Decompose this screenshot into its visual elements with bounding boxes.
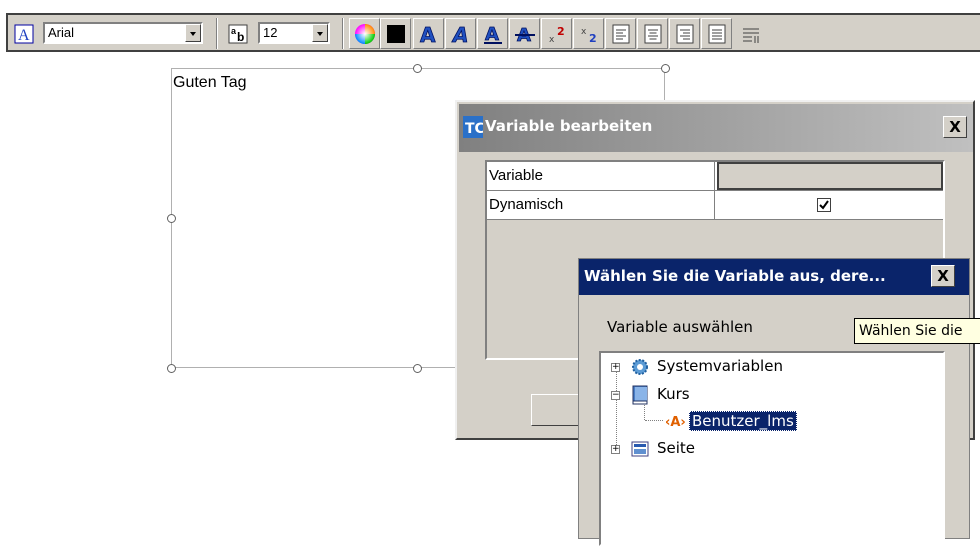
- background-color-button[interactable]: [380, 18, 411, 49]
- italic-button[interactable]: A: [445, 18, 476, 49]
- close-button[interactable]: X: [931, 265, 955, 287]
- align-left-button[interactable]: [605, 18, 636, 49]
- svg-text:b: b: [237, 30, 244, 44]
- property-label: Dynamisch: [487, 191, 715, 219]
- svg-text:A: A: [451, 23, 468, 45]
- svg-text:‹A›: ‹A›: [665, 415, 686, 430]
- svg-text:x: x: [549, 35, 555, 45]
- strikethrough-icon: A: [514, 24, 535, 45]
- tree-item-label: Kurs: [657, 385, 690, 403]
- font-size-style-icon[interactable]: ab: [224, 18, 252, 49]
- align-center-icon: [644, 24, 661, 43]
- font-size-select[interactable]: 12: [258, 22, 330, 44]
- resize-handle[interactable]: [413, 64, 422, 73]
- svg-text:A: A: [485, 24, 499, 45]
- color-swatch-icon: [386, 24, 405, 43]
- align-left-icon: [612, 24, 629, 43]
- close-button[interactable]: X: [943, 116, 967, 138]
- font-name-select[interactable]: Arial: [43, 22, 203, 44]
- svg-text:TC: TC: [465, 121, 483, 137]
- svg-text:x: x: [581, 27, 587, 37]
- svg-text:A: A: [420, 23, 436, 45]
- font-name-value: Arial: [48, 25, 75, 40]
- svg-text:2: 2: [557, 25, 565, 38]
- superscript-icon: x2: [549, 25, 565, 45]
- variable-tree[interactable]: + Systemvariablen − Kurs ‹A› Benutzer_lm…: [599, 351, 945, 546]
- dialog-title: Wählen Sie die Variable aus, dere...: [584, 267, 886, 285]
- toolbar-strip: A Arial ab 12 A A A A x2 x2: [6, 13, 980, 52]
- select-variable-dialog: Wählen Sie die Variable aus, dere... X V…: [578, 258, 970, 546]
- tree-item-label: Systemvariablen: [657, 357, 783, 375]
- resize-handle[interactable]: [661, 64, 670, 73]
- gear-icon: [632, 359, 648, 375]
- text-color-button[interactable]: [349, 18, 380, 49]
- book-icon: [632, 385, 648, 405]
- underline-button[interactable]: A: [477, 18, 508, 49]
- toolbar-separator: [342, 18, 344, 49]
- toolbar-separator: [216, 18, 218, 49]
- variable-field[interactable]: [717, 162, 943, 190]
- collapse-icon[interactable]: −: [611, 391, 620, 400]
- svg-text:A: A: [18, 27, 30, 44]
- chevron-down-icon[interactable]: [185, 24, 201, 42]
- checkmark-icon: [817, 198, 831, 212]
- canvas-text[interactable]: Guten Tag: [173, 74, 247, 92]
- property-label: Variable: [487, 162, 715, 190]
- font-size-value: 12: [263, 25, 278, 40]
- subscript-button[interactable]: x2: [573, 18, 604, 49]
- align-justify-button[interactable]: [701, 18, 732, 49]
- property-row: Dynamisch: [487, 191, 943, 220]
- tree-item-label: Seite: [657, 439, 696, 457]
- color-wheel-icon: [354, 23, 375, 44]
- svg-text:2: 2: [589, 32, 597, 45]
- resize-handle[interactable]: [413, 364, 422, 373]
- tree-connector: [616, 367, 617, 447]
- resize-handle[interactable]: [167, 364, 176, 373]
- page-icon: [631, 441, 649, 457]
- expand-icon[interactable]: +: [611, 445, 620, 454]
- dialog-title-bar[interactable]: TC Variable bearbeiten X: [459, 104, 973, 152]
- subscript-icon: x2: [581, 27, 597, 45]
- bold-button[interactable]: A: [413, 18, 444, 49]
- dialog-title: Variable bearbeiten: [485, 117, 653, 135]
- resize-handle[interactable]: [167, 214, 176, 223]
- chevron-down-icon[interactable]: [312, 24, 328, 42]
- align-right-icon: [676, 24, 693, 43]
- underline-icon: A: [483, 23, 502, 45]
- expand-icon[interactable]: +: [611, 363, 620, 372]
- paragraph-icon: [742, 28, 759, 43]
- superscript-button[interactable]: x2: [541, 18, 572, 49]
- strikethrough-button[interactable]: A: [509, 18, 540, 49]
- paragraph-button[interactable]: [735, 18, 766, 49]
- tooltip: Wählen Sie die: [854, 318, 980, 344]
- align-justify-icon: [708, 24, 725, 43]
- properties-grid: Variable Dynamisch: [487, 162, 943, 220]
- dynamic-checkbox[interactable]: [817, 191, 837, 219]
- formatting-toolbar: A Arial ab 12 A A A A x2 x2: [0, 0, 980, 66]
- app-icon: TC: [463, 116, 483, 138]
- font-style-icon[interactable]: A: [10, 18, 38, 49]
- align-center-button[interactable]: [637, 18, 668, 49]
- property-row: Variable: [487, 162, 943, 191]
- variable-icon: ‹A›: [665, 415, 686, 430]
- tree-connector: [645, 420, 663, 421]
- tree-item-label-selected: Benutzer_lms: [689, 411, 797, 431]
- dialog-title-bar[interactable]: Wählen Sie die Variable aus, dere... X: [579, 259, 969, 295]
- align-right-button[interactable]: [669, 18, 700, 49]
- bold-icon: A: [419, 23, 436, 45]
- italic-icon: A: [450, 23, 468, 45]
- select-variable-label: Variable auswählen: [607, 318, 753, 336]
